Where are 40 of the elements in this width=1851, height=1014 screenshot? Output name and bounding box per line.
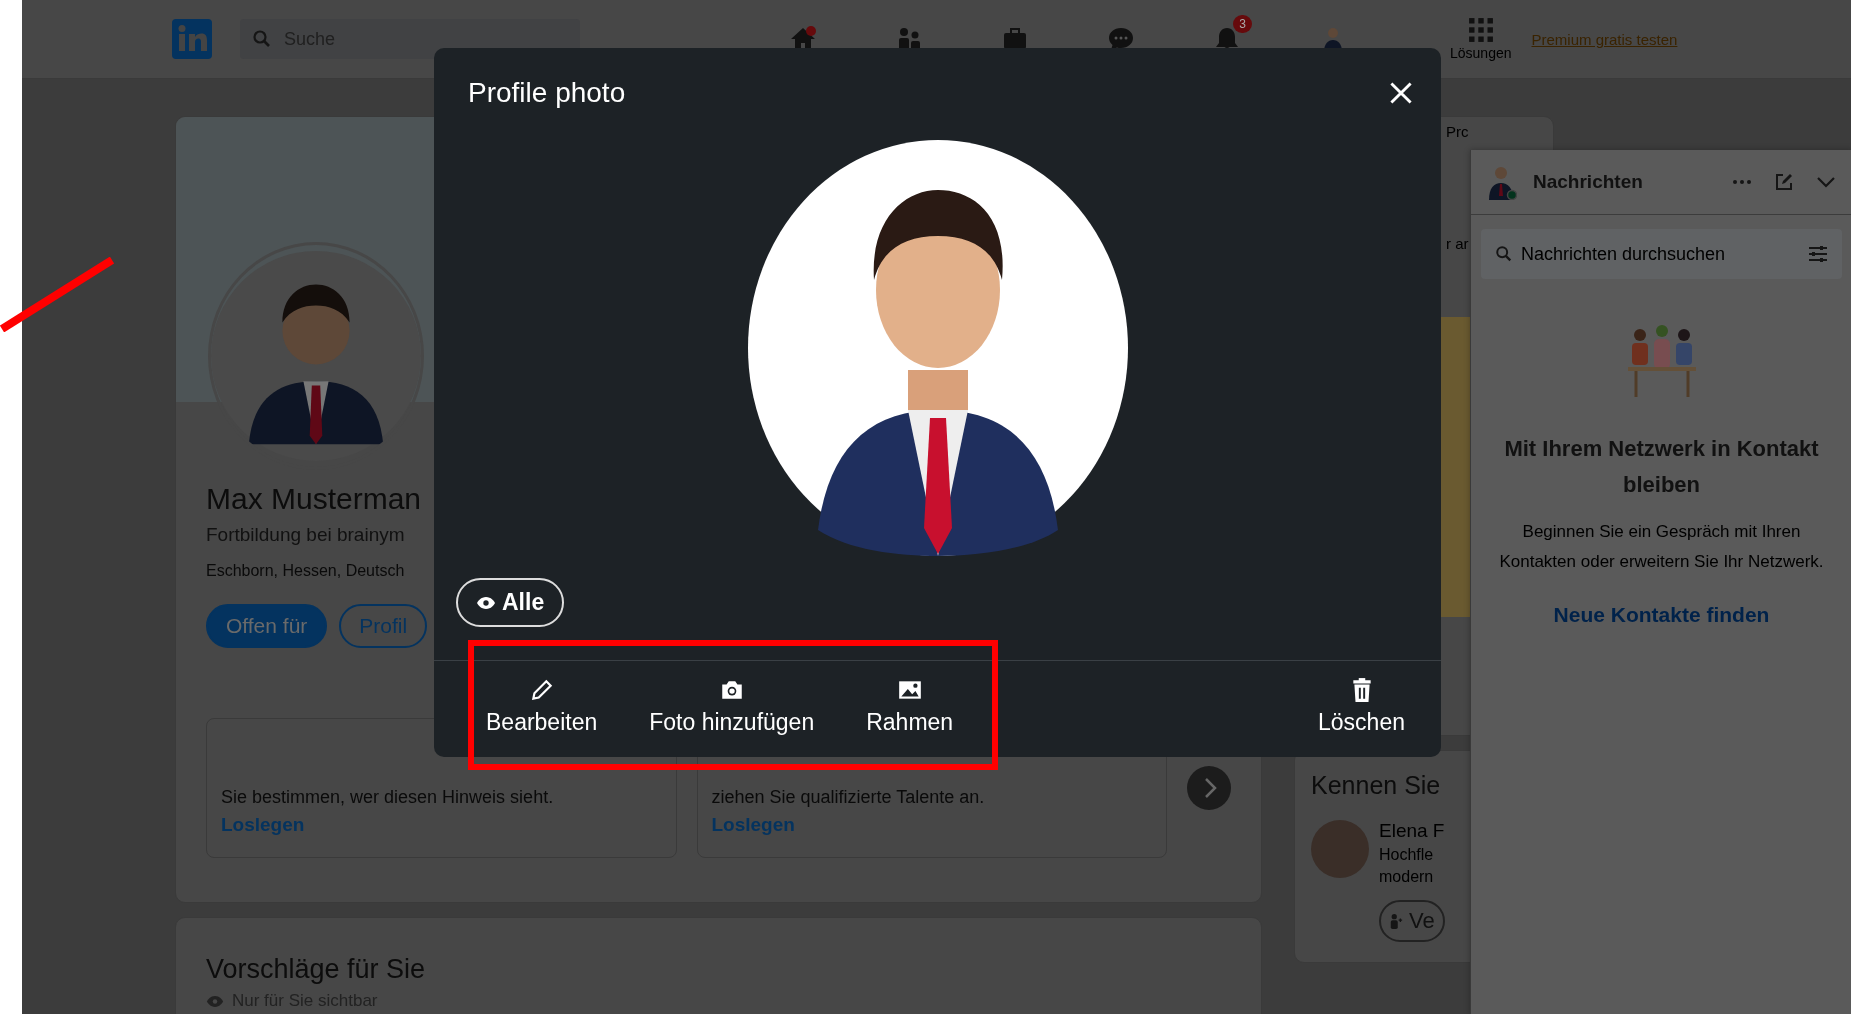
find-contacts-link[interactable]: Neue Kontakte finden (1553, 603, 1770, 627)
profile-location: Eschborn, Hessen, Deutsch (206, 562, 406, 580)
avatar-icon[interactable] (1487, 164, 1517, 200)
messaging-heading: Mit Ihrem Netzwerk in Kontakt bleiben (1503, 435, 1820, 499)
messaging-description: Beginnen Sie ein Gespräch mit Ihren Kontakten oder erweitern Sie Ihr Netzwerk. (1498, 521, 1825, 573)
next-arrow-button[interactable] (1187, 766, 1231, 810)
grid-menu-icon[interactable] (1467, 17, 1494, 43)
frame-button[interactable]: Rahmen (864, 673, 956, 740)
add-photo-button[interactable]: Foto hinzufügen (647, 673, 817, 740)
premium-link[interactable]: Premium gratis testen (1531, 30, 1678, 48)
person-name[interactable]: Elena F (1379, 820, 1445, 842)
notification-badge: 3 (1233, 15, 1252, 33)
eye-icon (476, 595, 496, 610)
get-started-link[interactable]: Loslegen (221, 814, 305, 836)
more-icon[interactable] (1732, 179, 1752, 185)
side-card-text: Prc (1446, 123, 1470, 140)
side-card-text: r ar (1446, 235, 1470, 252)
get-started-link[interactable]: Loslegen (711, 814, 795, 836)
solutions-menu[interactable]: Lösungen (1450, 45, 1512, 61)
add-person-icon (1389, 913, 1403, 929)
filter-icon[interactable] (1808, 245, 1828, 263)
dialog-title: Profile photo (468, 77, 626, 109)
edit-button[interactable]: Bearbeiten (484, 673, 600, 740)
person-headline: modern (1379, 868, 1435, 886)
visibility-button[interactable]: Alle (456, 578, 565, 627)
suggestions-title: Vorschläge für Sie (206, 954, 427, 985)
open-to-button[interactable]: Offen für (206, 604, 328, 648)
logo-icon[interactable] (172, 19, 212, 59)
profile-name: Max Musterman (206, 482, 423, 516)
message-search-field[interactable]: Nachrichten durchsuchen (1481, 229, 1842, 279)
compose-icon[interactable] (1774, 172, 1794, 192)
messaging-title[interactable]: Nachrichten (1533, 171, 1716, 193)
people-title: Kennen Sie (1311, 771, 1442, 800)
chevron-down-icon[interactable] (1816, 176, 1836, 188)
hint-text: Sie bestimmen, wer diesen Hinweis sieht. (221, 787, 554, 808)
hint-text: ziehen Sie qualifizierte Talente an. (711, 787, 985, 808)
profile-button[interactable]: Profil (339, 604, 428, 648)
person-headline: Hochfle (1379, 846, 1435, 864)
eye-icon (206, 994, 224, 1008)
delete-button[interactable]: Löschen (1316, 673, 1407, 740)
